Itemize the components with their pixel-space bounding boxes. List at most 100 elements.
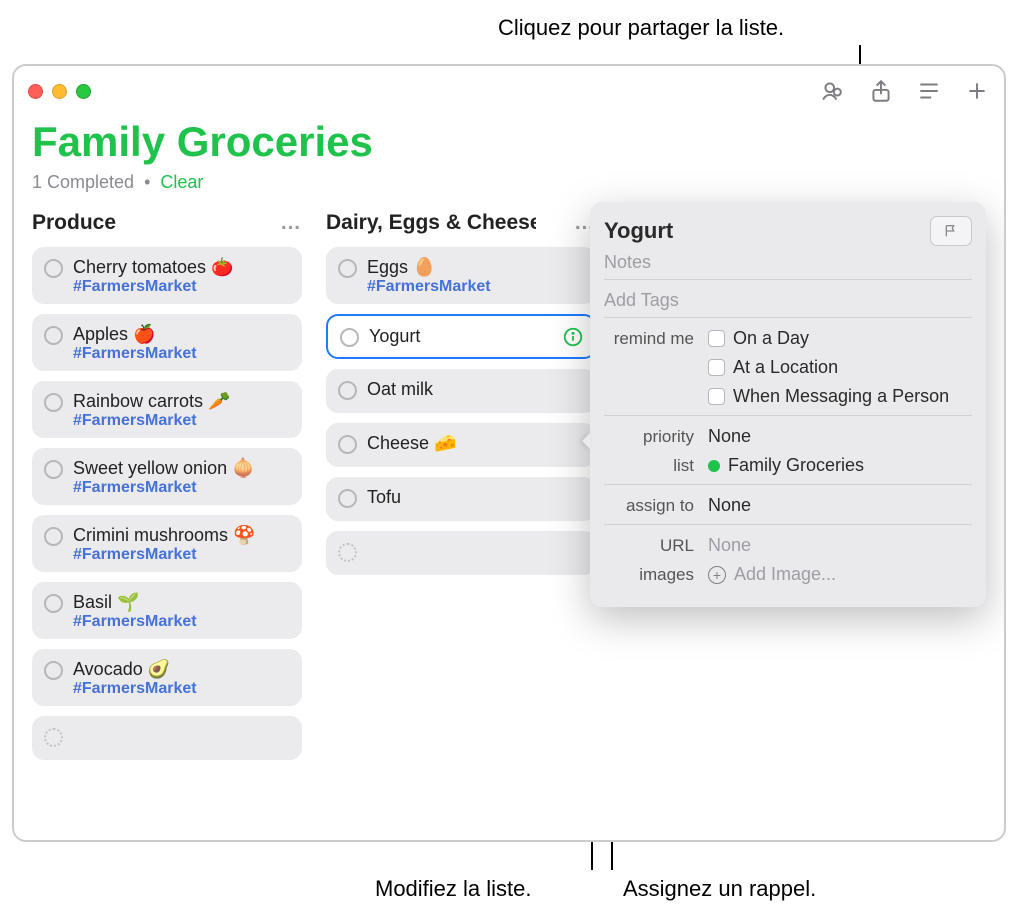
item-title: Cherry tomatoes 🍅 — [73, 257, 290, 278]
callout-edit-list: Modifiez la liste. — [375, 876, 532, 902]
item-tag[interactable]: #FarmersMarket — [73, 479, 290, 497]
list-item[interactable]: Eggs 🥚 #FarmersMarket — [326, 247, 596, 304]
label-url: URL — [604, 536, 708, 556]
add-image-button[interactable]: + Add Image... — [708, 564, 972, 585]
assign-value[interactable]: None — [708, 495, 972, 516]
complete-toggle[interactable] — [338, 435, 357, 454]
checkbox-on-a-day[interactable] — [708, 330, 725, 347]
clear-completed-button[interactable]: Clear — [160, 172, 203, 192]
list-item[interactable]: Cheese 🧀 — [326, 423, 596, 467]
details-popover: Yogurt Notes Add Tags remind me On a Day… — [590, 202, 986, 607]
label-remind: remind me — [604, 329, 708, 349]
complete-toggle[interactable] — [44, 527, 63, 546]
item-tag[interactable]: #FarmersMarket — [73, 412, 290, 430]
list-item-selected[interactable]: Yogurt — [326, 314, 596, 359]
list-item[interactable]: Basil 🌱 #FarmersMarket — [32, 582, 302, 639]
complete-toggle[interactable] — [340, 328, 359, 347]
completed-count: 1 Completed — [32, 172, 134, 192]
popover-pointer — [582, 432, 591, 450]
label-assign: assign to — [604, 496, 708, 516]
info-icon[interactable] — [562, 326, 584, 348]
list-name: Family Groceries — [728, 455, 864, 476]
divider-dot: • — [144, 172, 150, 192]
list-title: Family Groceries — [32, 118, 986, 166]
add-image-label: Add Image... — [734, 564, 836, 585]
callout-share: Cliquez pour partager la liste. — [498, 15, 784, 41]
app-window: Family Groceries 1 Completed • Clear Pro… — [12, 64, 1006, 842]
label-images: images — [604, 565, 708, 585]
list-item[interactable]: Oat milk — [326, 369, 596, 413]
list-color-dot — [708, 460, 720, 472]
titlebar — [14, 66, 1004, 116]
item-tag[interactable]: #FarmersMarket — [73, 680, 290, 698]
item-title: Sweet yellow onion 🧅 — [73, 458, 290, 479]
item-title: Crimini mushrooms 🍄 — [73, 525, 290, 546]
list-item[interactable]: Rainbow carrots 🥕 #FarmersMarket — [32, 381, 302, 438]
popover-title[interactable]: Yogurt — [604, 218, 673, 244]
item-tag[interactable]: #FarmersMarket — [73, 613, 290, 631]
collaborate-icon[interactable] — [820, 78, 846, 104]
complete-toggle[interactable] — [44, 594, 63, 613]
complete-toggle — [338, 543, 357, 562]
toolbar-right — [820, 78, 990, 104]
list-item[interactable]: Crimini mushrooms 🍄 #FarmersMarket — [32, 515, 302, 572]
complete-toggle[interactable] — [338, 489, 357, 508]
flag-button[interactable] — [930, 216, 972, 246]
list-value[interactable]: Family Groceries — [708, 455, 972, 476]
traffic-lights — [28, 84, 91, 99]
plus-circle-icon: + — [708, 566, 726, 584]
item-title: Tofu — [367, 487, 584, 508]
item-title: Apples 🍎 — [73, 324, 290, 345]
separator — [604, 415, 972, 416]
complete-toggle[interactable] — [44, 661, 63, 680]
remind-option: On a Day — [733, 328, 809, 349]
section-produce: Produce … Cherry tomatoes 🍅 #FarmersMark… — [32, 211, 302, 770]
complete-toggle[interactable] — [338, 381, 357, 400]
item-title: Eggs 🥚 — [367, 257, 584, 278]
list-item[interactable]: Tofu — [326, 477, 596, 521]
section-more-button[interactable]: … — [280, 211, 302, 235]
new-item-placeholder[interactable] — [32, 716, 302, 760]
complete-toggle[interactable] — [44, 259, 63, 278]
complete-toggle[interactable] — [44, 326, 63, 345]
remind-option: At a Location — [733, 357, 838, 378]
section-title: Produce — [32, 211, 116, 235]
close-window-button[interactable] — [28, 84, 43, 99]
list-item[interactable]: Apples 🍎 #FarmersMarket — [32, 314, 302, 371]
share-icon[interactable] — [868, 78, 894, 104]
list-item[interactable]: Sweet yellow onion 🧅 #FarmersMarket — [32, 448, 302, 505]
priority-value[interactable]: None — [708, 426, 972, 447]
zoom-window-button[interactable] — [76, 84, 91, 99]
checkbox-at-location[interactable] — [708, 359, 725, 376]
add-reminder-icon[interactable] — [964, 78, 990, 104]
notes-field[interactable]: Notes — [604, 252, 972, 273]
new-item-placeholder[interactable] — [326, 531, 596, 575]
list-item[interactable]: Cherry tomatoes 🍅 #FarmersMarket — [32, 247, 302, 304]
url-value[interactable]: None — [708, 535, 972, 556]
item-title: Basil 🌱 — [73, 592, 290, 613]
separator — [604, 484, 972, 485]
completed-line: 1 Completed • Clear — [32, 172, 986, 193]
complete-toggle — [44, 728, 63, 747]
complete-toggle[interactable] — [44, 460, 63, 479]
item-tag[interactable]: #FarmersMarket — [73, 345, 290, 363]
label-priority: priority — [604, 427, 708, 447]
complete-toggle[interactable] — [338, 259, 357, 278]
tags-field[interactable]: Add Tags — [604, 290, 972, 311]
separator — [604, 279, 972, 280]
view-options-icon[interactable] — [916, 78, 942, 104]
checkbox-when-messaging[interactable] — [708, 388, 725, 405]
item-title: Yogurt — [369, 326, 582, 347]
section-dairy: Dairy, Eggs & Cheese … Eggs 🥚 #FarmersMa… — [326, 211, 596, 770]
separator — [604, 317, 972, 318]
minimize-window-button[interactable] — [52, 84, 67, 99]
item-tag[interactable]: #FarmersMarket — [73, 546, 290, 564]
callout-assign: Assignez un rappel. — [623, 876, 816, 902]
item-tag[interactable]: #FarmersMarket — [73, 278, 290, 296]
item-title: Oat milk — [367, 379, 584, 400]
content-area: Family Groceries 1 Completed • Clear Pro… — [14, 116, 1004, 840]
remind-option: When Messaging a Person — [733, 386, 949, 407]
item-tag[interactable]: #FarmersMarket — [367, 278, 584, 296]
complete-toggle[interactable] — [44, 393, 63, 412]
list-item[interactable]: Avocado 🥑 #FarmersMarket — [32, 649, 302, 706]
